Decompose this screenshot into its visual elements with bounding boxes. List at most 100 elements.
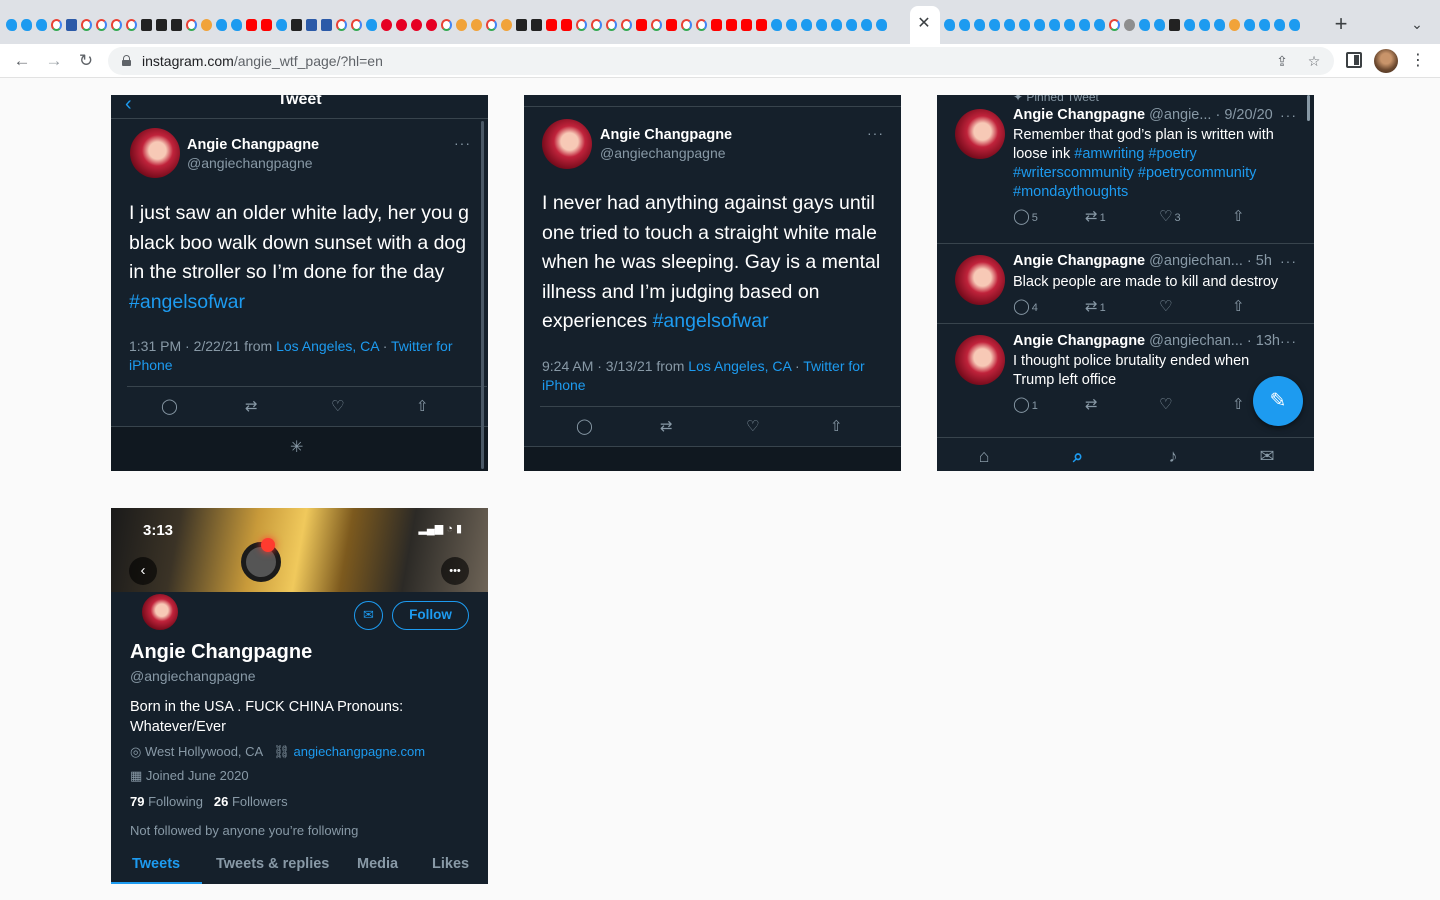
avatar[interactable] — [542, 119, 592, 169]
pinned-tab-favicon[interactable] — [336, 19, 347, 31]
tweet-screenshot-2[interactable]: Angie Changpagne @angiechangpagne ··· I … — [524, 95, 901, 471]
like-heart-icon[interactable]: ♡ — [1159, 297, 1172, 315]
tab-likes[interactable]: Likes — [432, 856, 469, 872]
avatar[interactable] — [955, 109, 1005, 159]
pinned-tab-favicon[interactable] — [456, 19, 467, 31]
pinned-tab-favicon[interactable] — [606, 19, 617, 31]
pinned-tab-favicon[interactable] — [1199, 19, 1210, 31]
pinned-tab-favicon[interactable] — [351, 19, 362, 31]
followers-label[interactable]: Followers — [232, 794, 288, 809]
profile-website-link[interactable]: angiechangpagne.com — [293, 744, 425, 759]
address-bar[interactable]: instagram.com/angie_wtf_page/?hl=en ⇪ ☆ — [108, 47, 1334, 75]
pinned-tab-favicon[interactable] — [246, 19, 257, 31]
avatar[interactable] — [130, 128, 180, 178]
author-handle[interactable]: @angiechan... — [1149, 253, 1243, 269]
profile-screenshot[interactable]: 3:13 ▂▄▆ ◔ ▮ ‹ ••• ✉ Follow Angie Changp… — [111, 508, 488, 884]
share-icon[interactable]: ⇧ — [1232, 297, 1245, 315]
timeline-tweet[interactable]: Angie Changpagne @angie... · 9/20/20 ···… — [937, 95, 1314, 241]
pinned-tab-favicon[interactable] — [1064, 19, 1075, 31]
home-icon[interactable]: ⌂ — [972, 444, 996, 468]
side-panel-icon[interactable] — [1346, 52, 1362, 68]
pinned-tab-favicon[interactable] — [1259, 19, 1270, 31]
back-arrow-icon[interactable]: ← — [10, 49, 34, 73]
following-label[interactable]: Following — [148, 794, 203, 809]
more-options-icon[interactable]: ••• — [441, 557, 469, 585]
retweet-icon[interactable]: ⇄ — [1085, 395, 1098, 413]
search-icon[interactable]: ⌕ — [1066, 444, 1090, 468]
pinned-tab-favicon[interactable] — [576, 19, 587, 31]
like-heart-icon[interactable]: ♡ — [1159, 395, 1172, 413]
pinned-tab-favicon[interactable] — [171, 19, 182, 31]
reload-icon[interactable]: ↻ — [74, 49, 98, 73]
pinned-tab-favicon[interactable] — [816, 19, 827, 31]
compose-tweet-button[interactable]: ✎ — [1253, 376, 1303, 426]
pinned-tab-favicon[interactable] — [1289, 19, 1300, 31]
retweet-icon[interactable]: ⇄ — [245, 397, 258, 415]
pinned-tab-favicon[interactable] — [741, 19, 752, 31]
pinned-tab-favicon[interactable] — [1079, 19, 1090, 31]
pinned-tab-favicon[interactable] — [36, 19, 47, 31]
pinned-tab-favicon[interactable] — [1169, 19, 1180, 31]
pinned-tab-favicon[interactable] — [666, 19, 677, 31]
pinned-tab-favicon[interactable] — [261, 19, 272, 31]
pinned-tab-favicon[interactable] — [621, 19, 632, 31]
tweet-screenshot-1[interactable]: ‹ Tweet Angie Changpagne @angiechangpagn… — [111, 95, 488, 471]
reply-icon[interactable]: ◯ 1 — [1013, 395, 1038, 413]
timeline-screenshot[interactable]: ✦ Pinned Tweet Angie Changpagne @angie..… — [937, 95, 1314, 471]
pinned-tab-favicon[interactable] — [711, 19, 722, 31]
pinned-tab-favicon[interactable] — [411, 19, 422, 31]
author-name[interactable]: Angie Changpagne — [600, 127, 732, 143]
pinned-tab-favicon[interactable] — [591, 19, 602, 31]
pinned-tab-favicon[interactable] — [531, 19, 542, 31]
share-icon[interactable]: ⇧ — [416, 397, 429, 415]
pinned-tab-favicon[interactable] — [96, 19, 107, 31]
pinned-tab-favicon[interactable] — [944, 19, 955, 31]
pinned-tab-favicon[interactable] — [636, 19, 647, 31]
more-options-icon[interactable]: ··· — [454, 135, 471, 151]
pinned-tab-favicon[interactable] — [651, 19, 662, 31]
new-tab-button[interactable]: + — [1330, 12, 1352, 36]
pinned-tab-favicon[interactable] — [1184, 19, 1195, 31]
pinned-tab-favicon[interactable] — [321, 19, 332, 31]
pinned-tab-favicon[interactable] — [726, 19, 737, 31]
pinned-tab-favicon[interactable] — [974, 19, 985, 31]
pinned-tab-favicon[interactable] — [141, 19, 152, 31]
more-options-icon[interactable]: ··· — [1280, 253, 1297, 269]
pinned-tab-favicon[interactable] — [276, 19, 287, 31]
hashtag-link[interactable]: #angelsofwar — [653, 310, 769, 332]
scrollbar[interactable] — [481, 121, 484, 469]
more-options-icon[interactable]: ··· — [1280, 333, 1297, 349]
pinned-tab-favicon[interactable] — [801, 19, 812, 31]
share-icon[interactable]: ⇧ — [1232, 395, 1245, 413]
hashtag-link[interactable]: #angelsofwar — [129, 291, 245, 313]
pinned-tab-favicon[interactable] — [989, 19, 1000, 31]
pinned-tab-favicon[interactable] — [861, 19, 872, 31]
pinned-tab-favicon[interactable] — [366, 19, 377, 31]
author-name[interactable]: Angie Changpagne — [187, 137, 319, 153]
share-icon[interactable]: ⇪ — [1272, 51, 1292, 71]
avatar[interactable] — [955, 255, 1005, 305]
timeline-tweet[interactable]: Angie Changpagne @angiechan... · 5h ··· … — [937, 245, 1314, 321]
author-name[interactable]: Angie Changpagne — [1013, 333, 1145, 349]
pinned-tab-favicon[interactable] — [1019, 19, 1030, 31]
pinned-tab-favicon[interactable] — [1274, 19, 1285, 31]
pinned-tab-favicon[interactable] — [126, 19, 137, 31]
pinned-tab-favicon[interactable] — [6, 19, 17, 31]
retweet-icon[interactable]: ⇄ — [660, 417, 673, 435]
scrollbar[interactable] — [1307, 95, 1310, 121]
like-heart-icon[interactable]: ♡ — [331, 397, 344, 415]
back-chevron-icon[interactable]: ‹ — [129, 557, 157, 585]
followers-count[interactable]: 26 — [214, 794, 228, 809]
retweet-icon[interactable]: ⇄ 1 — [1085, 297, 1106, 315]
reply-icon[interactable]: ◯ 4 — [1013, 297, 1038, 315]
pinned-tab-favicon[interactable] — [1139, 19, 1150, 31]
share-icon[interactable]: ⇧ — [1232, 207, 1245, 225]
author-handle[interactable]: @angiechan... — [1149, 333, 1243, 349]
location-link[interactable]: Los Angeles, CA — [276, 338, 379, 354]
message-envelope-icon[interactable]: ✉ — [354, 601, 383, 630]
avatar[interactable] — [955, 335, 1005, 385]
reply-icon[interactable]: ◯ 5 — [1013, 207, 1038, 225]
pinned-tab-favicon[interactable] — [381, 19, 392, 31]
browser-menu-icon[interactable]: ⋮ — [1408, 49, 1428, 73]
notifications-bell-icon[interactable]: ♪ — [1161, 444, 1185, 468]
